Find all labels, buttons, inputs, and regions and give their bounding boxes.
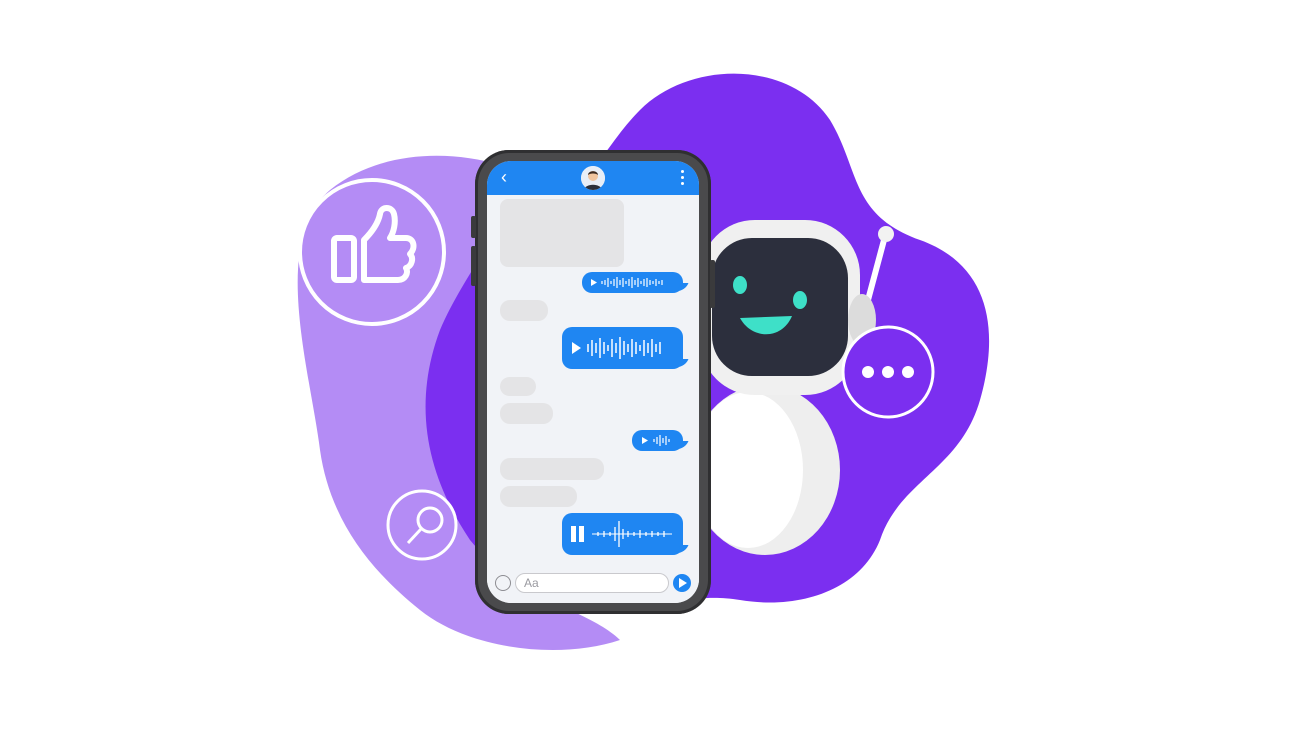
- power-button: [710, 260, 715, 308]
- voice-waveform: [642, 435, 670, 446]
- avatar-person-icon: [581, 166, 605, 190]
- incoming-message: [500, 458, 604, 480]
- voice-waveform: [572, 337, 661, 359]
- outgoing-voice-message[interactable]: [562, 327, 683, 369]
- play-icon: [642, 437, 648, 444]
- volume-up-button: [471, 216, 476, 238]
- pause-icon: [571, 526, 584, 542]
- more-horizontal-icon: [862, 366, 914, 378]
- volume-down-button: [471, 246, 476, 286]
- message-composer: Aa: [487, 565, 699, 603]
- incoming-message: [500, 377, 536, 396]
- typing-badge: [841, 325, 935, 419]
- thumbs-up-badge: [298, 178, 446, 326]
- voice-waveform: [591, 277, 663, 288]
- play-icon: [572, 342, 581, 354]
- outgoing-voice-message-playing[interactable]: [562, 513, 683, 555]
- avatar[interactable]: [581, 166, 605, 190]
- play-icon: [591, 279, 597, 286]
- smile-icon[interactable]: [495, 575, 511, 591]
- chat-header: ‹: [487, 161, 699, 195]
- outgoing-voice-message[interactable]: [632, 430, 683, 451]
- chevron-left-icon[interactable]: ‹: [501, 167, 507, 187]
- incoming-message: [500, 486, 577, 507]
- incoming-message: [500, 300, 548, 321]
- incoming-message: [500, 199, 624, 267]
- message-input-placeholder: Aa: [524, 576, 539, 590]
- send-icon[interactable]: [673, 574, 691, 592]
- message-input[interactable]: Aa: [515, 573, 669, 593]
- voice-waveform: [571, 521, 672, 547]
- smartphone: ‹ Aa: [471, 150, 715, 614]
- incoming-message: [500, 403, 553, 424]
- chat-screen: ‹ Aa: [487, 161, 699, 603]
- illustration-stage: ‹ Aa: [0, 0, 1312, 739]
- more-vertical-icon[interactable]: [681, 170, 685, 186]
- outgoing-voice-message[interactable]: [582, 272, 683, 293]
